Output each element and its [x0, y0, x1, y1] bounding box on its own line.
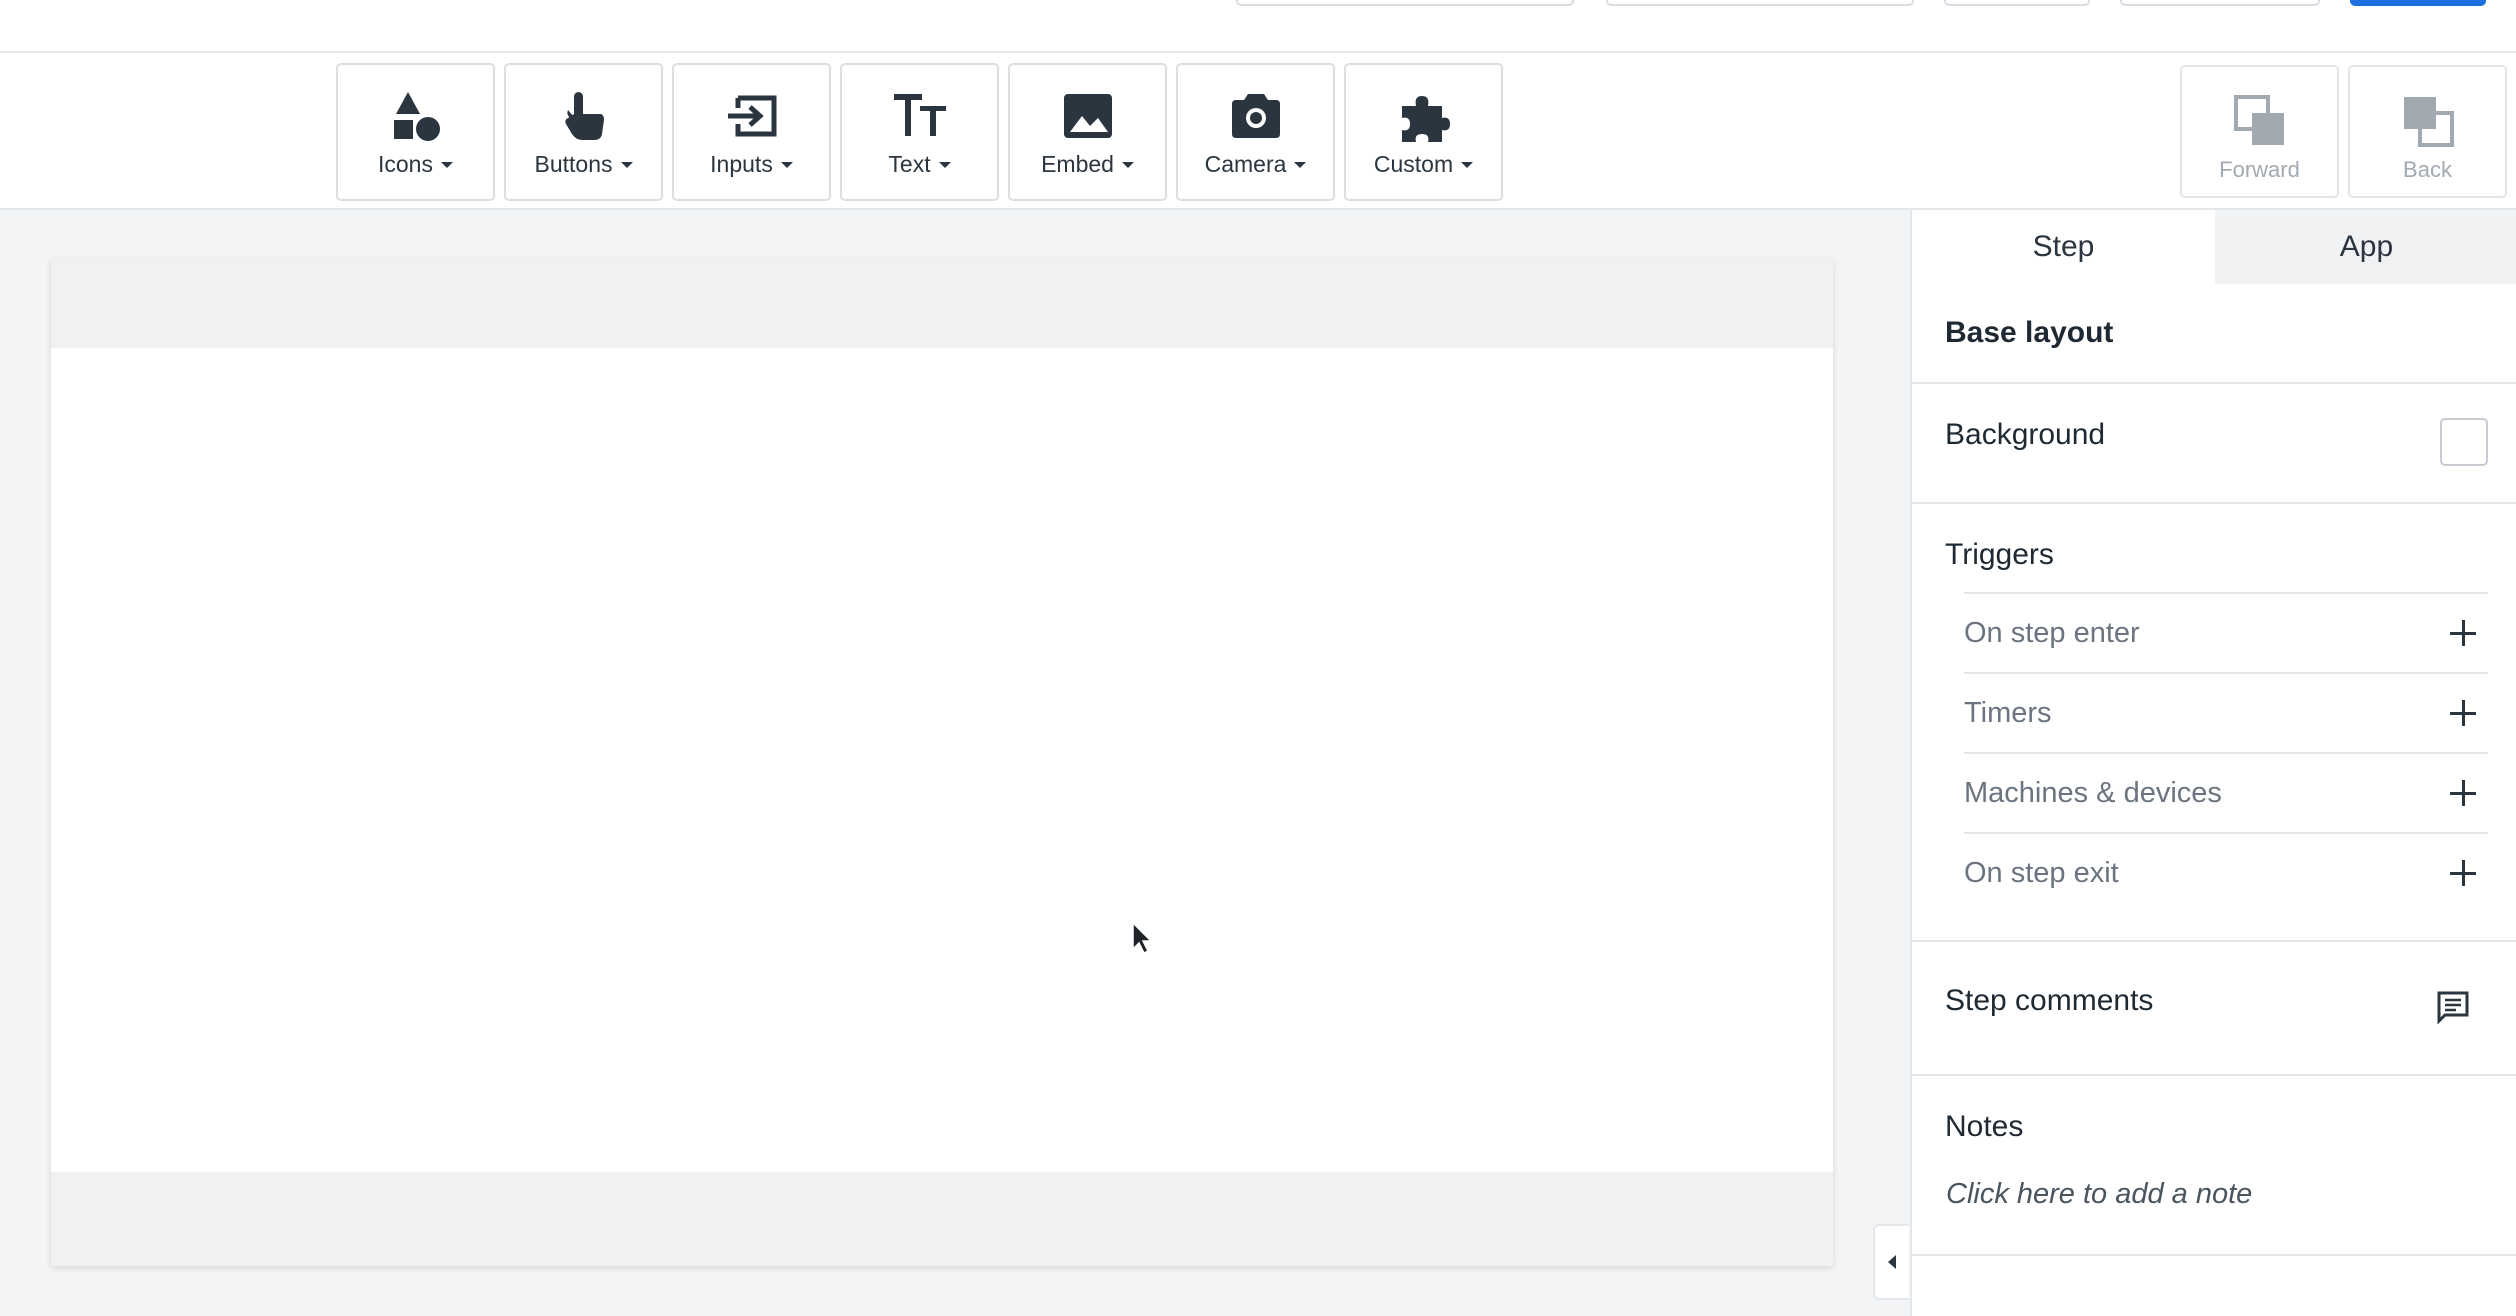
- buttons-tool-label: Buttons: [534, 151, 613, 177]
- chevron-down-icon: [938, 161, 951, 168]
- caret-left-icon: [1888, 1255, 1896, 1269]
- add-icon[interactable]: [2450, 700, 2476, 726]
- trigger-on-step-exit[interactable]: On step exit: [1964, 832, 2488, 912]
- forward-button[interactable]: Forward: [2180, 65, 2339, 198]
- divider: [1912, 382, 2516, 384]
- widget-toolbar: Icons Buttons Inputs Text Embed Camera C…: [0, 53, 2516, 210]
- top-bar-button[interactable]: [2120, 0, 2320, 6]
- puzzle-icon: [1395, 87, 1453, 145]
- divider: [1912, 1074, 2516, 1076]
- trigger-on-step-enter[interactable]: On step enter: [1964, 592, 2488, 672]
- pointer-hand-icon: [555, 87, 613, 145]
- trigger-timers[interactable]: Timers: [1964, 672, 2488, 752]
- chevron-down-icon: [780, 161, 793, 168]
- custom-tool-label: Custom: [1373, 151, 1454, 177]
- chevron-down-icon: [1294, 161, 1307, 168]
- divider: [1912, 502, 2516, 504]
- step-canvas[interactable]: [51, 258, 1833, 1266]
- trigger-label: Machines & devices: [1964, 776, 2222, 809]
- panel-tabs: Step App: [1912, 210, 2516, 284]
- inputs-tool-label: Inputs: [710, 151, 773, 177]
- back-button[interactable]: Back: [2348, 65, 2507, 198]
- back-label: Back: [2403, 157, 2452, 182]
- chevron-down-icon: [620, 161, 633, 168]
- chevron-down-icon: [440, 161, 453, 168]
- top-bar-button[interactable]: [1944, 0, 2090, 6]
- triggers-title: Triggers: [1945, 538, 2054, 571]
- top-bar-primary-button[interactable]: [2350, 0, 2486, 6]
- base-layout-title[interactable]: Base layout: [1945, 316, 2113, 350]
- icons-tool-label: Icons: [378, 151, 433, 177]
- top-bar-button[interactable]: [1236, 0, 1574, 6]
- embed-tool-button[interactable]: Embed: [1008, 63, 1167, 201]
- chevron-down-icon: [1461, 161, 1474, 168]
- camera-icon: [1227, 87, 1285, 145]
- collapse-panel-button[interactable]: [1873, 1224, 1909, 1300]
- trigger-label: On step exit: [1964, 856, 2119, 889]
- tab-step[interactable]: Step: [1912, 210, 2215, 284]
- add-icon[interactable]: [2450, 620, 2476, 646]
- tab-app[interactable]: App: [2215, 210, 2516, 284]
- top-bar-button[interactable]: [1606, 0, 1914, 6]
- text-tool-label: Text: [888, 151, 931, 177]
- camera-tool-label: Camera: [1204, 151, 1287, 177]
- top-bar: [0, 0, 2516, 53]
- custom-tool-button[interactable]: Custom: [1344, 63, 1503, 201]
- trigger-label: On step enter: [1964, 616, 2140, 649]
- icons-tool-button[interactable]: Icons: [336, 63, 495, 201]
- send-backward-icon: [2403, 97, 2454, 147]
- divider: [1912, 940, 2516, 942]
- divider: [1912, 1254, 2516, 1256]
- background-label: Background: [1945, 418, 2106, 451]
- forward-label: Forward: [2219, 157, 2300, 182]
- canvas-footer-band: [51, 1172, 1833, 1266]
- add-icon[interactable]: [2450, 780, 2476, 806]
- embed-tool-label: Embed: [1041, 151, 1114, 177]
- add-note-placeholder[interactable]: Click here to add a note: [1946, 1178, 2252, 1211]
- background-color-swatch[interactable]: [2440, 418, 2488, 466]
- comment-icon[interactable]: [2436, 990, 2470, 1024]
- input-arrow-icon: [723, 87, 781, 145]
- inputs-tool-button[interactable]: Inputs: [672, 63, 831, 201]
- trigger-label: Timers: [1964, 696, 2052, 729]
- text-tool-button[interactable]: Text: [840, 63, 999, 201]
- chevron-down-icon: [1121, 161, 1134, 168]
- canvas-area: [0, 210, 1910, 1316]
- image-icon: [1059, 87, 1117, 145]
- camera-tool-button[interactable]: Camera: [1176, 63, 1335, 201]
- canvas-header-band: [51, 258, 1833, 348]
- bring-forward-icon: [2233, 95, 2284, 145]
- mouse-cursor-icon: [1132, 921, 1153, 955]
- notes-title: Notes: [1945, 1110, 2024, 1143]
- buttons-tool-button[interactable]: Buttons: [504, 63, 663, 201]
- trigger-machines-devices[interactable]: Machines & devices: [1964, 752, 2488, 832]
- step-comments-title[interactable]: Step comments: [1945, 984, 2153, 1018]
- text-size-icon: [891, 87, 949, 145]
- properties-panel: Step App Base layout Background Triggers…: [1910, 210, 2516, 1316]
- shapes-icon: [387, 87, 445, 145]
- add-icon[interactable]: [2450, 860, 2476, 886]
